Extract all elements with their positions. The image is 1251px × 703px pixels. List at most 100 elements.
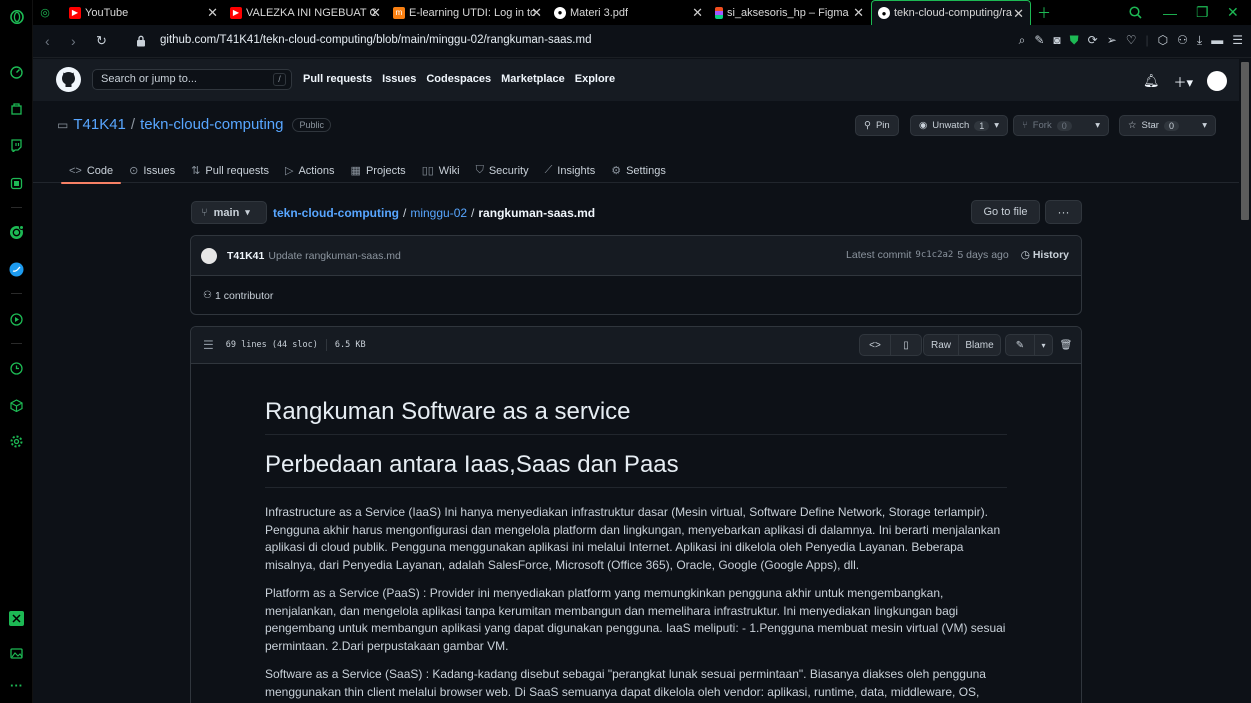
- repo-owner-link[interactable]: T41K41: [73, 116, 126, 133]
- history-icon[interactable]: [8, 360, 25, 377]
- notifications-bell-icon[interactable]: 🔔︎: [1143, 73, 1160, 89]
- more-options-button[interactable]: ···: [1045, 200, 1082, 224]
- twitch-icon[interactable]: [8, 137, 25, 154]
- create-new-plus-icon[interactable]: ＋▾: [1173, 72, 1193, 91]
- user-avatar[interactable]: [1207, 71, 1227, 91]
- watch-count: 1: [974, 120, 990, 131]
- player-icon[interactable]: [8, 175, 25, 192]
- restore-icon[interactable]: ❐: [1196, 0, 1209, 25]
- tab-islands-icon[interactable]: [8, 610, 25, 627]
- history-link[interactable]: ◷ History: [1021, 249, 1069, 261]
- download-icon[interactable]: ⤓: [1197, 33, 1202, 48]
- raw-button[interactable]: Raw: [923, 334, 959, 356]
- star-button[interactable]: ☆ Star 0 ▾: [1119, 115, 1216, 136]
- search-input[interactable]: Search or jump to... /: [92, 69, 292, 90]
- nav-pull-requests[interactable]: Pull requests: [303, 73, 372, 85]
- edit-dropdown-button[interactable]: ▾: [1034, 334, 1053, 356]
- display-source-button[interactable]: <>: [859, 334, 891, 356]
- opera-logo-icon[interactable]: [8, 8, 25, 25]
- commit-author[interactable]: T41K41: [227, 250, 264, 262]
- tab-wiki[interactable]: ▯▯ Wiki: [414, 158, 468, 183]
- edit-icon[interactable]: ✎: [1034, 33, 1044, 48]
- tab-pull-requests[interactable]: ⇅ Pull requests: [183, 158, 277, 183]
- vpn-icon[interactable]: ⟳: [1088, 33, 1098, 48]
- whatsapp-icon[interactable]: [8, 224, 25, 241]
- tab-github-active[interactable]: ● tekn-cloud-computing/ran ✕: [871, 0, 1031, 25]
- profile-icon[interactable]: ⚇: [1177, 33, 1188, 48]
- unwatch-button[interactable]: ◉ Unwatch 1 ▾: [910, 115, 1008, 136]
- tab-materi-pdf[interactable]: ● Materi 3.pdf ✕: [548, 0, 709, 25]
- close-tab-icon[interactable]: ✕: [1013, 6, 1024, 22]
- fork-label: Fork: [1032, 120, 1052, 131]
- tab-actions[interactable]: ▷ Actions: [277, 158, 343, 183]
- nav-codespaces[interactable]: Codespaces: [426, 73, 491, 85]
- close-tab-icon[interactable]: ✕: [207, 5, 218, 21]
- close-tab-icon[interactable]: ✕: [370, 5, 381, 21]
- battery-icon[interactable]: ▬: [1211, 33, 1223, 48]
- speed-dial-icon[interactable]: [8, 64, 25, 81]
- tab-projects[interactable]: ▦ Projects: [343, 158, 414, 183]
- github-logo-icon[interactable]: [56, 67, 81, 92]
- tab-settings[interactable]: ⚙ Settings: [603, 158, 674, 183]
- twitter-icon[interactable]: [8, 261, 25, 278]
- commit-sha-link[interactable]: 9c1c2a2: [915, 250, 953, 260]
- scrollbar-thumb[interactable]: [1241, 62, 1249, 220]
- nav-marketplace[interactable]: Marketplace: [501, 73, 565, 85]
- tab-label: Pull requests: [205, 164, 269, 177]
- table-icon: ▦: [350, 165, 361, 177]
- tab-youtube-video[interactable]: ▶ VALEZKA INI NGEBUAT GW ✕: [224, 0, 387, 25]
- commit-author-avatar[interactable]: [201, 247, 217, 264]
- snapshot-icon[interactable]: [8, 645, 25, 662]
- cube-icon[interactable]: ⬡: [1158, 33, 1168, 48]
- fork-button[interactable]: ⑂ Fork 0 ▾: [1013, 115, 1109, 136]
- edit-pencil-button[interactable]: ✎: [1005, 334, 1035, 356]
- tab-issues[interactable]: ⊙ Issues: [121, 158, 183, 183]
- close-tab-icon[interactable]: ✕: [531, 5, 542, 21]
- slash-key-hint: /: [273, 73, 286, 86]
- tab-security[interactable]: ⛉ Security: [468, 158, 537, 183]
- search-page-icon[interactable]: ⌕: [1019, 33, 1026, 48]
- display-rendered-button[interactable]: ▯: [890, 334, 922, 356]
- tab-insights[interactable]: ⟋ Insights: [537, 158, 604, 183]
- close-tab-icon[interactable]: ✕: [853, 5, 864, 21]
- go-to-file-button[interactable]: Go to file: [971, 200, 1040, 224]
- reload-icon[interactable]: ↻: [96, 33, 107, 49]
- close-tab-icon[interactable]: ✕: [692, 5, 703, 21]
- lock-icon: [136, 34, 146, 47]
- easy-setup-icon[interactable]: ☰: [1232, 33, 1243, 48]
- settings-gear-icon[interactable]: [8, 433, 25, 450]
- music-player-icon[interactable]: [8, 311, 25, 328]
- breadcrumb-dir-link[interactable]: minggu-02: [410, 206, 467, 220]
- adblock-shield-icon[interactable]: ⛊: [1070, 33, 1079, 48]
- contributors-row[interactable]: ⚇ 1 contributor: [191, 276, 1081, 315]
- tab-gamepad[interactable]: ◎: [33, 0, 63, 25]
- close-window-icon[interactable]: ✕: [1227, 0, 1239, 25]
- delete-trash-button[interactable]: 🗑︎: [1057, 334, 1075, 356]
- new-tab-icon[interactable]: ＋: [1037, 0, 1051, 25]
- heart-icon[interactable]: ♡: [1126, 33, 1137, 48]
- blame-button[interactable]: Blame: [958, 334, 1001, 356]
- pin-button[interactable]: ⚲ Pin: [855, 115, 899, 136]
- extensions-cube-icon[interactable]: [8, 397, 25, 414]
- tab-youtube[interactable]: ▶ YouTube ✕: [63, 0, 224, 25]
- page-scrollbar[interactable]: [1239, 58, 1251, 703]
- back-icon[interactable]: ‹: [45, 33, 50, 49]
- tab-elearning[interactable]: m E-learning UTDI: Log in to ✕: [387, 0, 548, 25]
- nav-explore[interactable]: Explore: [575, 73, 615, 85]
- more-dots-icon[interactable]: ···: [8, 677, 25, 694]
- url-field[interactable]: github.com/T41K41/tekn-cloud-computing/b…: [160, 34, 591, 46]
- commit-message[interactable]: Update rangkuman-saas.md: [268, 250, 401, 262]
- minimize-icon[interactable]: —: [1163, 0, 1177, 25]
- search-tabs-icon[interactable]: [1129, 0, 1142, 25]
- forward-icon[interactable]: ›: [71, 33, 76, 49]
- send-icon[interactable]: ➢: [1107, 33, 1117, 48]
- outline-list-icon[interactable]: ☰: [203, 338, 214, 352]
- nav-issues[interactable]: Issues: [382, 73, 416, 85]
- breadcrumb-repo-link[interactable]: tekn-cloud-computing: [273, 206, 399, 220]
- tab-code[interactable]: <> Code: [61, 158, 122, 184]
- repo-name-link[interactable]: tekn-cloud-computing: [140, 116, 283, 133]
- tab-figma[interactable]: si_aksesoris_hp – Figma ✕: [709, 0, 870, 25]
- branch-select-button[interactable]: ⑂ main ▾: [191, 201, 267, 224]
- camera-icon[interactable]: ◙: [1053, 33, 1060, 48]
- shopping-bag-icon[interactable]: [8, 100, 25, 117]
